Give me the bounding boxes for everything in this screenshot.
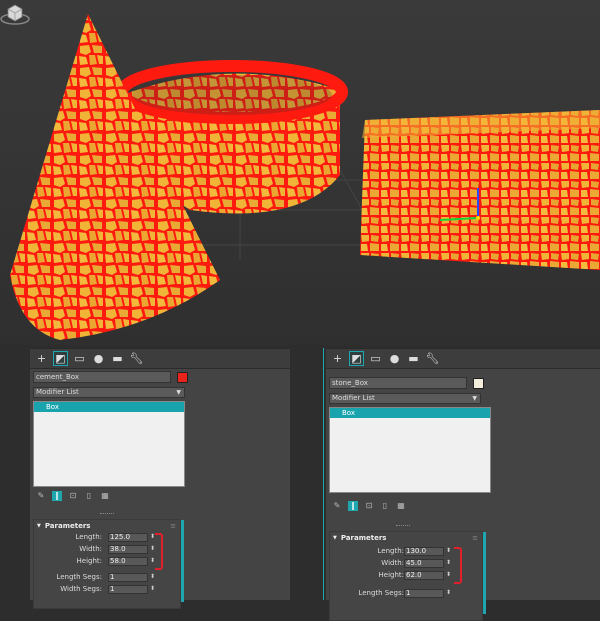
chevron-down-icon: ▼ [176, 389, 181, 396]
highlight-bracket [454, 547, 462, 584]
pin-stack-icon[interactable]: ✎ [36, 491, 46, 501]
hierarchy-tab-icon[interactable]: ▭ [72, 351, 87, 366]
rollout-pin-icon: ≡ [472, 534, 478, 542]
command-panel-stone: + ◩ ▭ ● ▬ 🔧︎ stone_Box Modifier List ▼ B… [326, 348, 600, 621]
object-color-swatch[interactable] [473, 377, 484, 389]
rollout-pin-icon: ≡ [170, 522, 176, 530]
command-tabs: + ◩ ▭ ● ▬ 🔧︎ [326, 349, 600, 369]
create-tab-plus-icon[interactable]: + [34, 351, 49, 366]
modifier-list-label: Modifier List [36, 388, 79, 396]
rollout-divider [396, 525, 410, 527]
param-label: Length: [75, 533, 102, 541]
length-input[interactable]: 130.0 [404, 547, 444, 556]
rollout-title: Parameters [44, 522, 91, 530]
width-input[interactable]: 38.0 [108, 545, 148, 554]
param-length-segs: Length Segs: 1 ⬍ [34, 572, 180, 584]
pin-stack-icon[interactable]: ✎ [332, 501, 342, 511]
box-mesh [360, 110, 600, 270]
width-segs-input[interactable]: 1 [108, 585, 148, 594]
stack-toolbar: ✎ ‖ ⊡ ▯ ▦ [332, 501, 406, 511]
chevron-down-icon: ▼ [472, 395, 477, 402]
spinner-icon[interactable]: ⬍ [446, 589, 451, 596]
show-end-result-icon[interactable]: ‖ [348, 501, 358, 511]
length-input[interactable]: 125.0 [108, 533, 148, 542]
parameters-rollout: ▼ Parameters ≡ Length: 130.0 ⬍ Width: 45… [329, 531, 486, 621]
param-length-segs: Length Segs: 1 ⬍ [330, 588, 482, 600]
show-end-result-icon[interactable]: ‖ [52, 491, 62, 501]
stack-item-box[interactable]: Box [330, 408, 490, 418]
highlight-bracket [155, 533, 163, 570]
param-label: Length Segs: [56, 573, 102, 581]
make-unique-icon[interactable]: ⊡ [68, 491, 78, 501]
remove-modifier-icon[interactable]: ▯ [380, 501, 390, 511]
remove-modifier-icon[interactable]: ▯ [84, 491, 94, 501]
rollout-scrollbar[interactable] [181, 520, 184, 602]
stack-toolbar: ✎ ‖ ⊡ ▯ ▦ [36, 491, 110, 501]
modifier-list-dropdown[interactable]: Modifier List ▼ [33, 387, 185, 398]
display-tab-icon[interactable]: ▬ [110, 351, 125, 366]
motion-tab-icon[interactable]: ● [91, 351, 106, 366]
stack-item-box[interactable]: Box [34, 402, 184, 412]
motion-tab-icon[interactable]: ● [387, 351, 402, 366]
modifier-stack[interactable]: Box [329, 407, 491, 493]
param-label: Length: [377, 547, 404, 555]
rollout-scrollbar[interactable] [483, 532, 486, 614]
collapse-triangle-icon: ▼ [37, 523, 41, 529]
spinner-icon[interactable]: ⬍ [446, 559, 451, 566]
param-label: Height: [378, 571, 405, 579]
viewcube-icon[interactable] [0, 0, 30, 26]
create-tab-plus-icon[interactable]: + [330, 351, 345, 366]
object-name-input[interactable]: stone_Box [329, 377, 467, 389]
param-label: Width: [79, 545, 102, 553]
command-panel-cement: + ◩ ▭ ● ▬ 🔧︎ cement_Box Modifier List ▼ … [30, 348, 290, 609]
display-tab-icon[interactable]: ▬ [406, 351, 421, 366]
viewport-scene [10, 14, 600, 340]
modifier-list-dropdown[interactable]: Modifier List ▼ [329, 393, 481, 404]
width-input[interactable]: 45.0 [404, 559, 444, 568]
modifier-list-label: Modifier List [332, 394, 375, 402]
rollout-divider [100, 513, 114, 515]
parameters-rollout-header[interactable]: ▼ Parameters ≡ [34, 520, 180, 532]
object-name-input[interactable]: cement_Box [33, 371, 171, 383]
rollout-title: Parameters [340, 534, 387, 542]
configure-sets-icon[interactable]: ▦ [100, 491, 110, 501]
left-background [0, 348, 30, 600]
configure-sets-icon[interactable]: ▦ [396, 501, 406, 511]
param-label: Height: [76, 557, 103, 565]
parameters-rollout: ▼ Parameters ≡ Length: 125.0 ⬍ Width: 38… [33, 519, 184, 609]
panel-separator [290, 348, 326, 600]
utilities-wrench-icon[interactable]: 🔧︎ [129, 351, 144, 366]
modifier-stack[interactable]: Box [33, 401, 185, 487]
collapse-triangle-icon: ▼ [333, 535, 337, 541]
command-tabs: + ◩ ▭ ● ▬ 🔧︎ [30, 349, 290, 369]
utilities-wrench-icon[interactable]: 🔧︎ [425, 351, 440, 366]
object-color-swatch[interactable] [177, 371, 188, 383]
hierarchy-tab-icon[interactable]: ▭ [368, 351, 383, 366]
spinner-icon[interactable]: ⬍ [446, 571, 451, 578]
param-label: Length Segs: [358, 589, 404, 597]
height-input[interactable]: 58.0 [108, 557, 148, 566]
height-input[interactable]: 62.0 [404, 571, 444, 580]
param-width-segs: Width Segs: 1 ⬍ [34, 584, 180, 596]
modify-tab-icon[interactable]: ◩ [349, 351, 364, 366]
spinner-icon[interactable]: ⬍ [150, 573, 155, 580]
spinner-icon[interactable]: ⬍ [446, 547, 451, 554]
param-label: Width: [381, 559, 404, 567]
param-label: Width Segs: [60, 585, 102, 593]
make-unique-icon[interactable]: ⊡ [364, 501, 374, 511]
length-segs-input[interactable]: 1 [108, 573, 148, 582]
parameters-rollout-header[interactable]: ▼ Parameters ≡ [330, 532, 482, 544]
modify-tab-icon[interactable]: ◩ [53, 351, 68, 366]
perspective-viewport[interactable] [0, 0, 600, 345]
spinner-icon[interactable]: ⬍ [150, 585, 155, 592]
length-segs-input[interactable]: 1 [404, 589, 444, 598]
